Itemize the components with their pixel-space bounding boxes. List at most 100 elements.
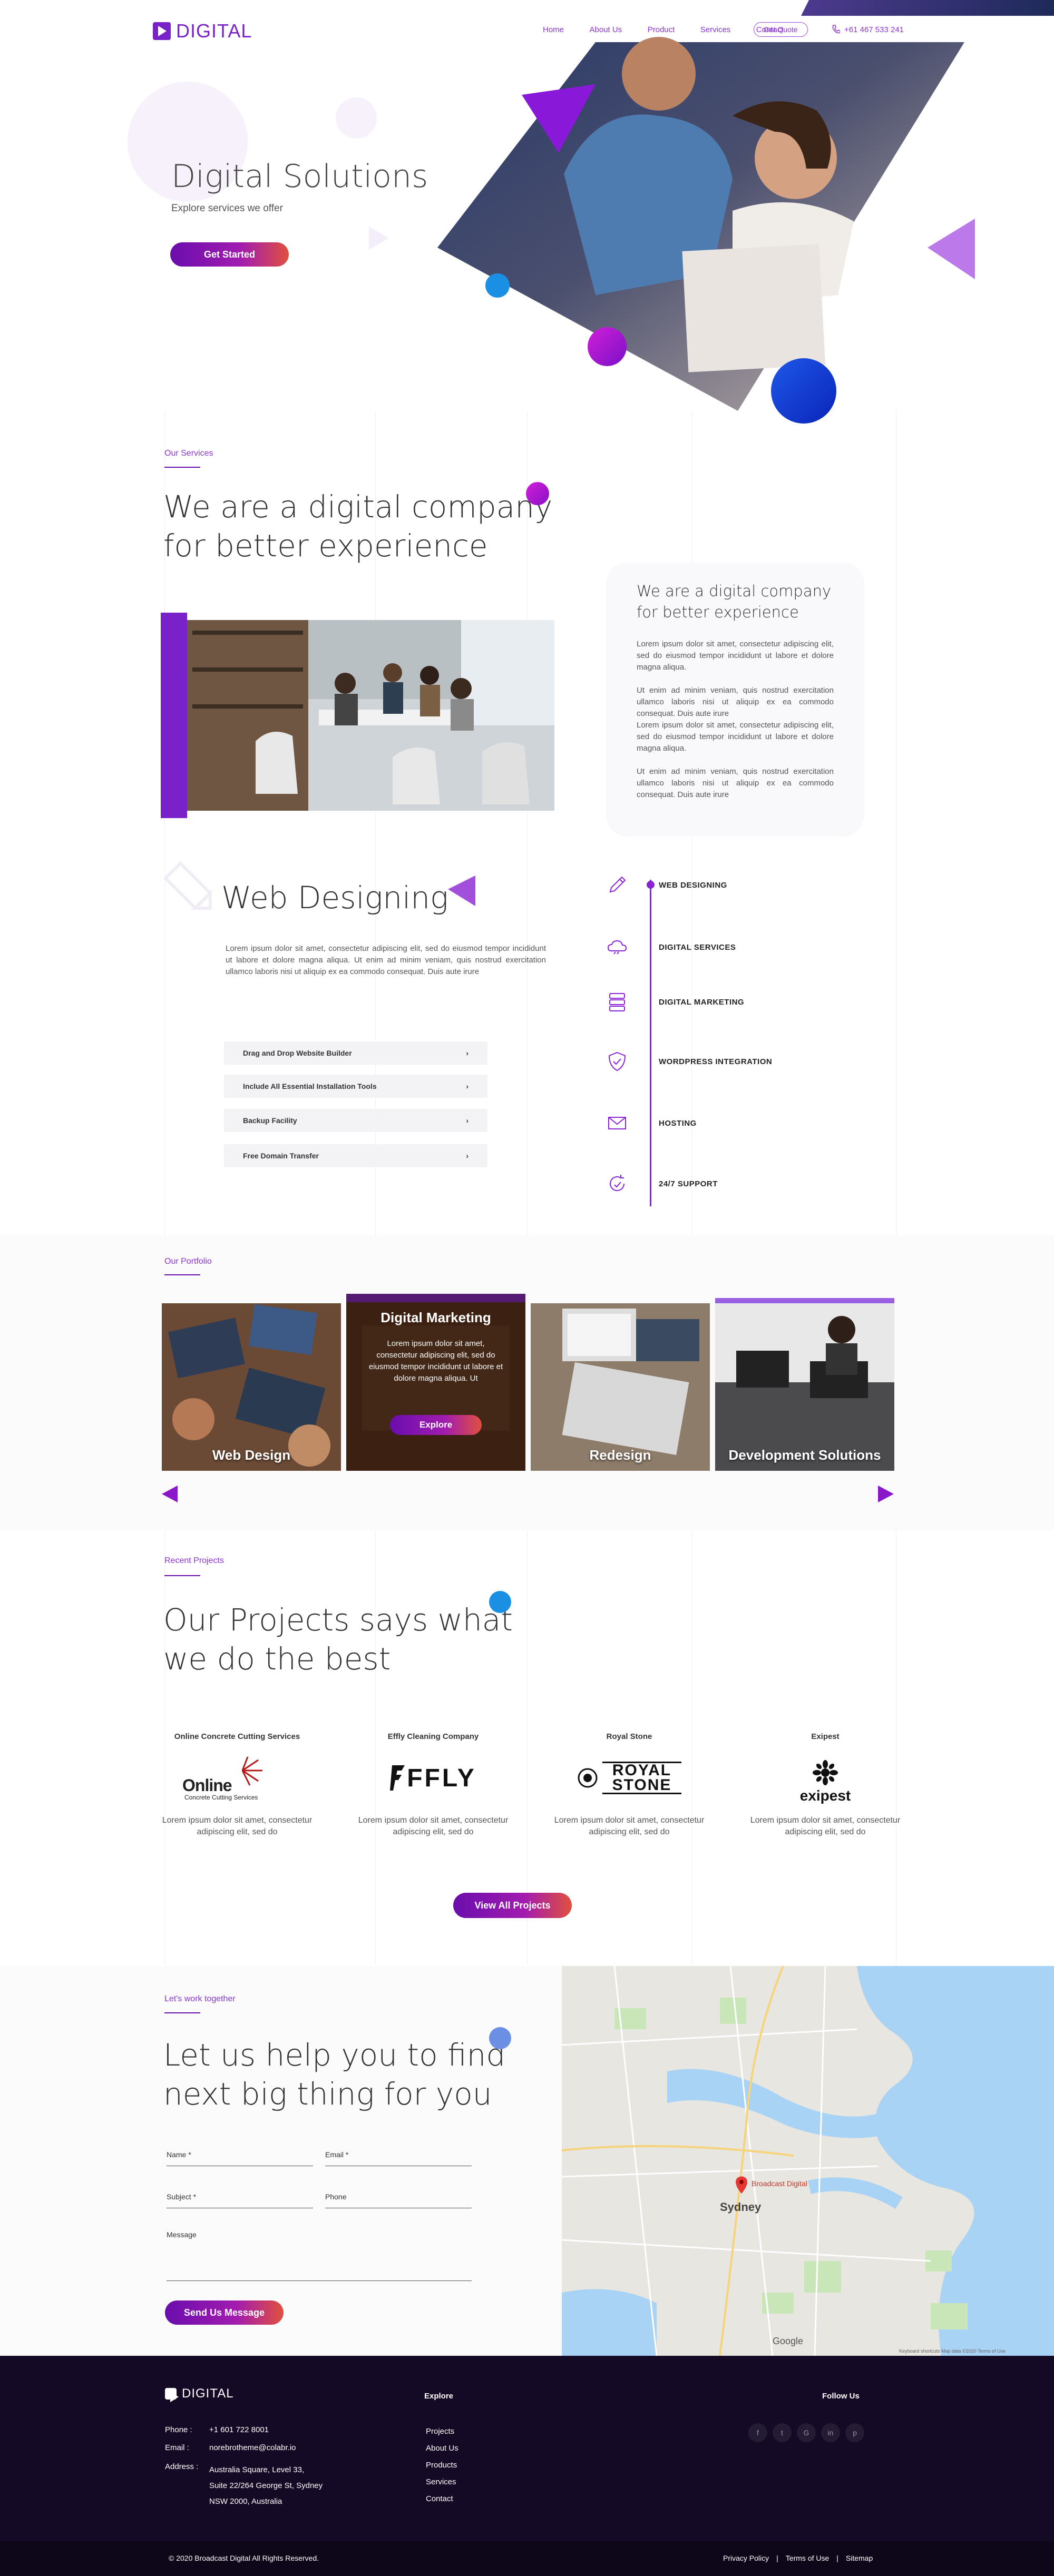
view-all-projects-button[interactable]: View All Projects [453, 1893, 572, 1918]
service-label: DIGITAL SERVICES [659, 942, 736, 952]
about-heading-line1: We are a digital company [163, 489, 553, 525]
project-exipest[interactable]: Exipest exipest Lorem ipsum dolor sit am… [746, 1732, 904, 1838]
projects-heading-line1: Our Projects says what [163, 1602, 513, 1638]
project-effly[interactable]: Effly Cleaning Company FFLY Lorem ipsum … [354, 1732, 512, 1838]
hero-image [437, 0, 1054, 411]
footer-link-about[interactable]: About Us [426, 2440, 458, 2457]
hero-subtitle: Explore services we offer [171, 203, 283, 214]
send-message-button[interactable]: Send Us Message [165, 2300, 284, 2325]
service-wordpress[interactable]: WORDPRESS INTEGRATION [606, 1051, 772, 1072]
eyebrow-underline [164, 467, 200, 468]
project-online[interactable]: Online Concrete Cutting Services Online … [158, 1732, 316, 1838]
about-card-title-line1: We are a digital company [637, 582, 832, 600]
service-digital-marketing[interactable]: DIGITAL MARKETING [606, 991, 744, 1012]
projects-eyebrow: Recent Projects [164, 1556, 224, 1565]
chevron-right-icon: › [466, 1116, 469, 1125]
google-icon[interactable]: G [797, 2423, 816, 2442]
footer-address: Australia Square, Level 33, Suite 22/264… [209, 2462, 323, 2510]
footer-link-contact[interactable]: Contact [426, 2491, 458, 2508]
pinterest-icon[interactable]: p [845, 2423, 864, 2442]
privacy-policy-link[interactable]: Privacy Policy [723, 2554, 769, 2562]
service-hosting[interactable]: HOSTING [606, 1113, 697, 1134]
logo-text: DIGITAL [176, 20, 252, 42]
email-field[interactable]: Email * [325, 2150, 472, 2166]
portfolio-featured-text: Lorem ipsum dolor sit amet, consectetur … [368, 1339, 503, 1383]
feature-item[interactable]: Drag and Drop Website Builder › [224, 1041, 487, 1065]
project-logo: ROYAL STONE [550, 1741, 708, 1815]
web-design-paragraph: Lorem ipsum dolor sit amet, consectetur … [226, 944, 546, 976]
service-digital-services[interactable]: DIGITAL SERVICES [606, 937, 736, 958]
service-label: HOSTING [659, 1118, 697, 1128]
field-underline [167, 2239, 472, 2281]
phone-field[interactable]: Phone [325, 2192, 472, 2208]
chevron-right-icon: › [466, 1152, 469, 1160]
decor-dot-magenta [526, 482, 549, 505]
service-web-designing[interactable]: WEB DESIGNING [606, 874, 727, 896]
sitemap-link[interactable]: Sitemap [846, 2554, 873, 2562]
explore-button[interactable]: Explore [390, 1415, 482, 1435]
about-card: We are a digital company for better expe… [606, 563, 864, 837]
royal-stone-logo-mark-icon [578, 1768, 598, 1788]
subject-field[interactable]: Subject * [167, 2192, 313, 2208]
service-label: WORDPRESS INTEGRATION [659, 1057, 773, 1066]
image-accent-bar [161, 613, 187, 818]
carousel-next-icon[interactable] [878, 1486, 894, 1502]
portfolio-card-redesign[interactable]: Redesign [531, 1303, 710, 1471]
project-description: Lorem ipsum dolor sit amet, consectetur … [162, 1816, 313, 1836]
team-meeting-image [187, 620, 554, 811]
get-started-button[interactable]: Get Started [170, 242, 289, 267]
instagram-icon[interactable]: in [821, 2423, 840, 2442]
portfolio-image [162, 1303, 341, 1471]
effly-logo-mark-icon [390, 1765, 405, 1791]
terms-link[interactable]: Terms of Use [786, 2554, 829, 2562]
project-royal-stone[interactable]: Royal Stone ROYAL STONE Lorem ipsum dolo… [550, 1732, 708, 1838]
location-map[interactable]: Broadcast Digital Sydney Google Keyboard… [562, 1966, 1054, 2356]
footer-phone[interactable]: +1 601 722 8001 [209, 2425, 269, 2434]
support-icon [610, 1175, 624, 1191]
footer-link-services[interactable]: Services [426, 2474, 458, 2491]
footer-email[interactable]: norebrotheme@colabr.io [209, 2443, 296, 2452]
feature-label: Include All Essential Installation Tools [243, 1082, 377, 1090]
service-label: 24/7 SUPPORT [659, 1179, 718, 1188]
copyright: © 2020 Broadcast Digital All Rights Rese… [169, 2554, 319, 2562]
project-description: Lorem ipsum dolor sit amet, consectetur … [750, 1816, 901, 1836]
service-support[interactable]: 24/7 SUPPORT [606, 1173, 718, 1194]
about-eyebrow: Our Services [164, 449, 213, 458]
link-separator: | [776, 2554, 778, 2562]
project-description: Lorem ipsum dolor sit amet, consectetur … [554, 1816, 705, 1836]
link-separator: | [836, 2554, 838, 2562]
footer-explore-links: Projects About Us Products Services Cont… [426, 2423, 458, 2508]
address-line: NSW 2000, Australia [209, 2497, 282, 2506]
pencil-icon [609, 876, 626, 893]
portfolio-section-bg [0, 1235, 1054, 1530]
feature-item[interactable]: Backup Facility › [224, 1109, 487, 1132]
feature-item[interactable]: Include All Essential Installation Tools… [224, 1075, 487, 1098]
message-field-label: Message [167, 2230, 197, 2239]
map-city-label: Sydney [720, 2200, 762, 2214]
footer-link-products[interactable]: Products [426, 2457, 458, 2474]
server-icon [609, 993, 625, 1011]
site-logo[interactable]: DIGITAL [153, 20, 252, 42]
footer-logo-text: DIGITAL [182, 2386, 234, 2401]
footer-link-projects[interactable]: Projects [426, 2423, 458, 2440]
portfolio-card-development[interactable]: Development Solutions [715, 1298, 894, 1471]
message-field[interactable]: Message [167, 2230, 472, 2281]
name-field[interactable]: Name * [167, 2150, 313, 2166]
footer-logo[interactable]: DIGITAL [165, 2386, 234, 2402]
portfolio-card-title: Redesign [589, 1447, 651, 1463]
carousel-prev-icon[interactable] [162, 1486, 178, 1502]
eyebrow-underline [164, 1575, 200, 1576]
about-card-title: We are a digital company for better expe… [637, 581, 831, 623]
field-underline [167, 2201, 313, 2208]
phone-field-label: Phone [325, 2192, 347, 2201]
twitter-icon[interactable]: t [773, 2423, 792, 2442]
feature-item[interactable]: Free Domain Transfer › [224, 1144, 487, 1167]
project-logo-text: Online [182, 1776, 232, 1795]
web-designing-title: Web Designing [221, 880, 448, 916]
portfolio-card-digital-marketing[interactable]: Digital Marketing Lorem ipsum dolor sit … [346, 1294, 525, 1471]
facebook-icon[interactable]: f [748, 2423, 767, 2442]
cloud-icon [607, 940, 627, 955]
pencil-watermark-icon [163, 861, 213, 911]
social-links: f t G in p [748, 2423, 864, 2442]
portfolio-card-web-design[interactable]: Web Design [162, 1303, 341, 1471]
